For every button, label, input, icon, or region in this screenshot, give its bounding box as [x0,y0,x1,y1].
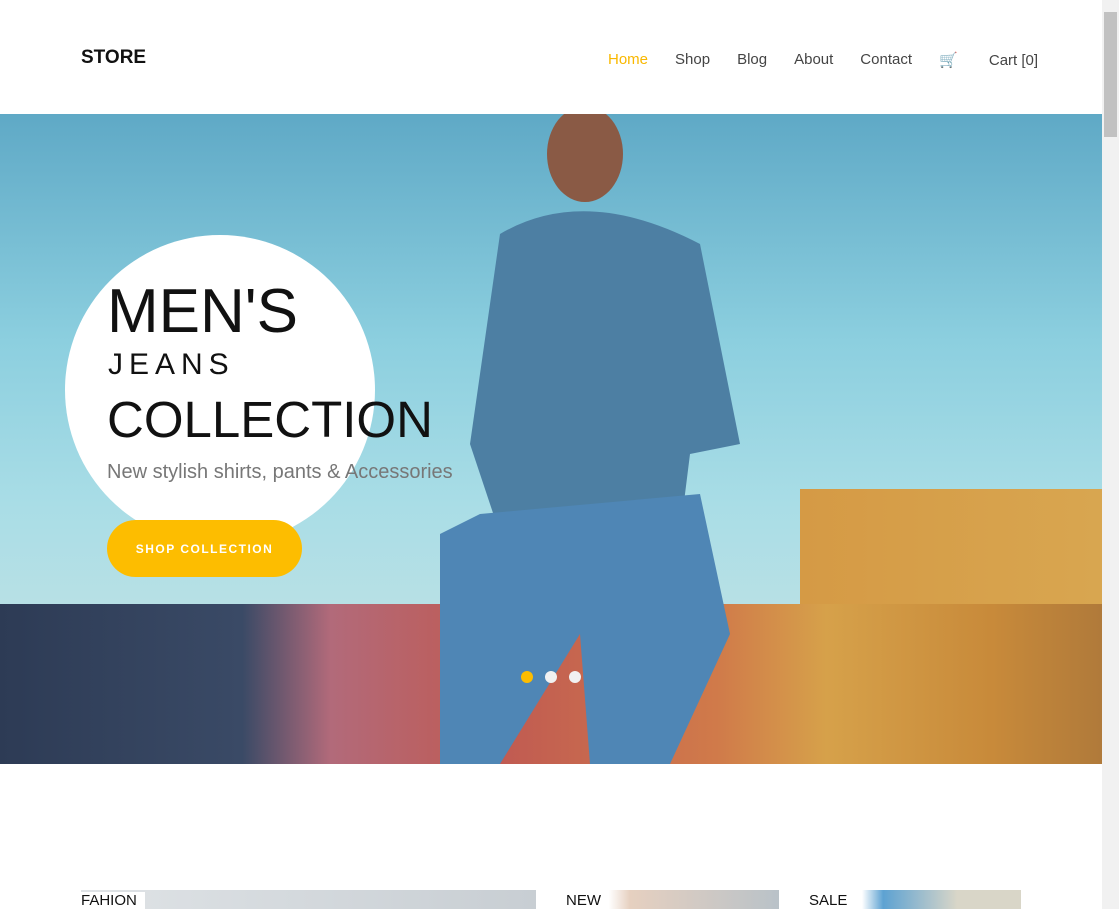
category-label: FAHION [81,892,145,909]
category-sale[interactable]: SALE [809,890,1021,909]
hero-image-model [440,114,740,764]
slider-dot-2[interactable] [545,671,557,683]
slider-dots [521,671,581,683]
scrollbar-thumb[interactable] [1104,12,1117,137]
hero-subtitle: New stylish shirts, pants & Accessories [107,461,453,483]
slider-dot-3[interactable] [569,671,581,683]
hero-title-jeans: JEANS [108,348,235,381]
slider-dot-1[interactable] [521,671,533,683]
hero-slider: MEN'S JEANS COLLECTION New stylish shirt… [0,114,1102,764]
nav-about[interactable]: About [794,51,833,69]
nav-blog[interactable]: Blog [737,51,767,69]
category-new[interactable]: NEW [566,890,779,909]
category-label: SALE [809,892,856,909]
nav-shop[interactable]: Shop [675,51,710,69]
logo[interactable]: STORE [81,47,146,69]
shop-collection-button[interactable]: SHOP COLLECTION [107,520,302,577]
nav-home[interactable]: Home [608,51,648,69]
hero-title-mens: MEN'S [107,277,298,346]
hero-title-collection: COLLECTION [107,391,433,448]
category-label: NEW [566,892,609,909]
hero-image-wall [800,489,1102,619]
header: STORE Home Shop Blog About Contact 🛒 Car… [0,0,1102,114]
nav-cart[interactable]: 🛒 Cart [0] [939,51,1065,69]
cart-label: Cart [0] [988,52,1039,69]
scrollbar[interactable] [1102,0,1119,909]
nav-contact[interactable]: Contact [860,51,912,69]
main-nav: Home Shop Blog About Contact 🛒 Cart [0] [608,51,1092,69]
category-fashion[interactable]: FAHION [81,890,536,909]
cart-icon: 🛒 [939,52,958,69]
